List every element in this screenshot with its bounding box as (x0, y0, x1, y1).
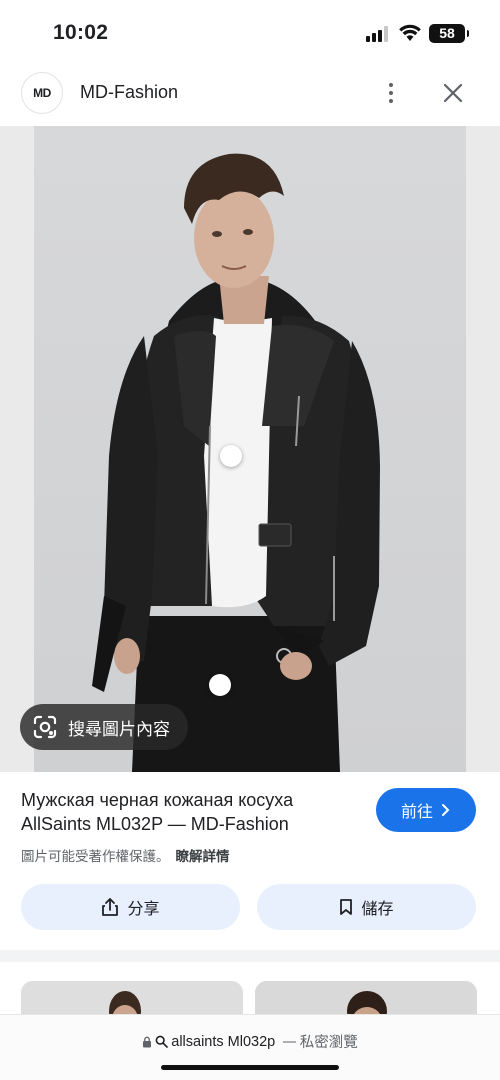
site-logo[interactable]: MD (21, 72, 63, 114)
battery-icon: 58 (429, 24, 469, 43)
site-name[interactable]: MD-Fashion (80, 82, 178, 103)
cellular-signal-icon (366, 26, 390, 42)
related-images (0, 962, 500, 1014)
status-time: 10:02 (53, 21, 109, 44)
lock-icon (143, 1036, 152, 1047)
search-query: allsaints Ml032p (171, 1033, 276, 1050)
copyright-notice: 圖片可能受著作權保護。 瞭解詳情 (21, 845, 230, 865)
hotspot-marker[interactable] (220, 445, 242, 467)
private-browsing-label: 私密瀏覽 (299, 1035, 358, 1051)
share-icon (102, 898, 119, 916)
save-label: 儲存 (361, 899, 394, 918)
related-image-thumbnail[interactable] (21, 981, 243, 1014)
share-label: 分享 (127, 899, 160, 918)
result-info-panel: Мужская черная кожаная косуха AllSaints … (0, 772, 500, 950)
save-button[interactable]: 儲存 (257, 884, 476, 930)
section-divider (0, 950, 500, 962)
address-bar[interactable]: allsaints Ml032p — 私密瀏覽 (0, 1014, 500, 1080)
image-viewer[interactable]: 搜尋圖片內容 (0, 126, 500, 772)
visit-label: 前往 (400, 802, 433, 821)
search-image-button[interactable]: 搜尋圖片內容 (20, 704, 188, 750)
wifi-icon (399, 24, 421, 41)
more-options-icon[interactable] (378, 80, 404, 106)
model-in-leather-jacket-illustration (92, 153, 380, 772)
share-button[interactable]: 分享 (21, 884, 240, 930)
search-icon (155, 1035, 169, 1048)
url-display[interactable]: allsaints Ml032p — 私密瀏覽 (0, 1031, 500, 1052)
copyright-text: 圖片可能受著作權保護。 (21, 849, 170, 865)
product-photo[interactable] (34, 126, 466, 772)
source-header: MD MD-Fashion (0, 66, 500, 126)
learn-more-link[interactable]: 瞭解詳情 (176, 849, 230, 865)
close-icon[interactable] (440, 80, 466, 106)
chevron-right-icon (442, 804, 450, 816)
search-image-label: 搜尋圖片內容 (68, 719, 170, 740)
visit-button[interactable]: 前往 (376, 788, 476, 832)
hotspot-marker[interactable] (209, 674, 231, 696)
home-indicator[interactable] (161, 1065, 339, 1070)
bookmark-icon (340, 899, 353, 915)
related-image-thumbnail[interactable] (255, 981, 477, 1014)
lens-icon (33, 715, 57, 739)
result-title[interactable]: Мужская черная кожаная косуха AllSaints … (21, 788, 366, 836)
status-bar: 10:02 58 (0, 0, 500, 66)
site-logo-text: MD (33, 86, 51, 100)
url-separator: — (282, 1033, 297, 1050)
